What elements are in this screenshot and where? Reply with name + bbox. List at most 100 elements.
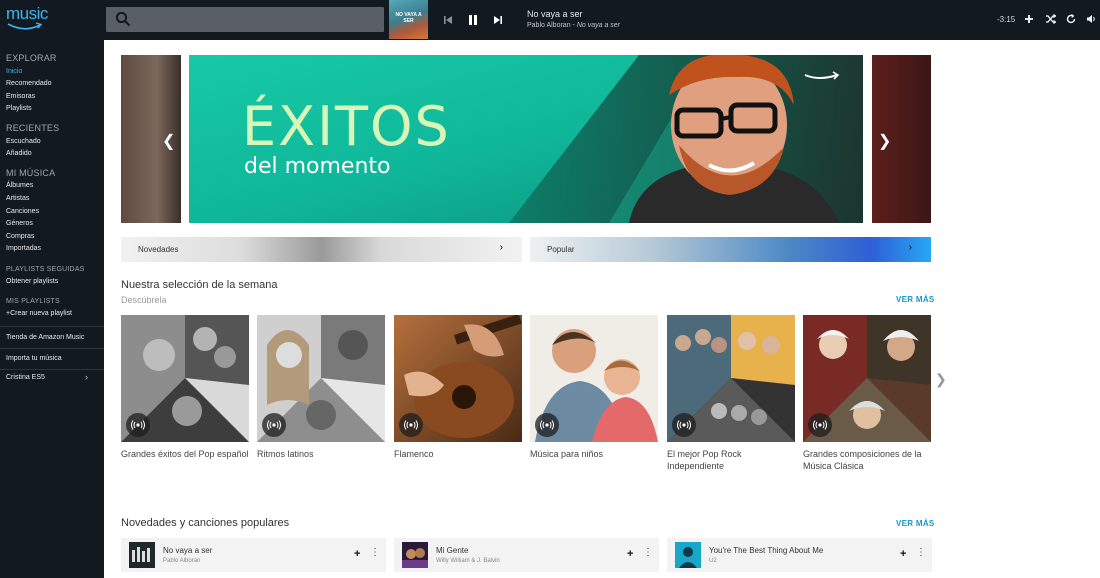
sidebar-item-anadido[interactable]: Añadido	[6, 150, 32, 157]
station-card-flamenco[interactable]	[394, 315, 522, 442]
sidebar-item-recomendado[interactable]: Recomendado	[6, 80, 52, 87]
radio-station-icon[interactable]	[262, 413, 286, 437]
song-artwork	[129, 542, 155, 568]
next-track-icon[interactable]	[490, 12, 506, 28]
category-popular[interactable]: Popular ›	[530, 237, 931, 262]
hero-subtitle: del momento	[244, 154, 391, 179]
now-playing-artist[interactable]: Pablo Alboran -	[527, 22, 575, 29]
add-icon[interactable]: +	[900, 548, 906, 560]
sidebar-heading-recientes: RECIENTES	[6, 123, 60, 133]
sidebar-item-generos[interactable]: Géneros	[6, 220, 33, 227]
sidebar-item-compras[interactable]: Compras	[6, 233, 34, 240]
now-playing-album[interactable]: No vaya a ser	[577, 22, 620, 29]
station-card-musica-clasica[interactable]	[803, 315, 931, 442]
song-artist[interactable]: Willy William & J. Balvin	[436, 558, 500, 564]
shuffle-icon[interactable]	[1043, 12, 1057, 26]
chevron-right-icon[interactable]: ›	[85, 372, 88, 382]
sidebar-item-importa[interactable]: Importa tu música	[6, 355, 62, 362]
volume-icon[interactable]	[1084, 12, 1098, 26]
sidebar-item-escuchado[interactable]: Escuchado	[6, 138, 41, 145]
now-playing-cover-text: NO VAYA A SER	[395, 12, 422, 24]
sidebar-item-canciones[interactable]: Canciones	[6, 208, 39, 215]
station-card-musica-ninos[interactable]	[530, 315, 658, 442]
category-label: Popular	[547, 245, 575, 254]
now-playing-cover[interactable]: NO VAYA A SER	[389, 0, 428, 39]
search-input[interactable]	[106, 7, 384, 32]
artist-photo	[629, 55, 840, 223]
logo-text: music	[6, 4, 48, 23]
search-icon	[115, 11, 131, 27]
amazon-music-logo[interactable]: music	[6, 4, 56, 34]
cards-next-icon[interactable]: ❯	[935, 371, 947, 388]
station-label[interactable]: Música para niños	[530, 448, 658, 460]
sidebar-heading-mi-musica: MI MÚSICA	[6, 168, 56, 178]
more-options-icon[interactable]: ⋮	[370, 547, 380, 558]
song-artist[interactable]: Pablo Alboran	[163, 558, 200, 564]
song-title[interactable]: Mi Gente	[436, 546, 468, 555]
add-icon[interactable]: +	[627, 548, 633, 560]
remaining-time: -3:15	[997, 15, 1016, 24]
station-label[interactable]: Flamenco	[394, 448, 522, 460]
carousel-next-icon[interactable]: ❯	[878, 131, 891, 151]
sidebar-item-artistas[interactable]: Artistas	[6, 195, 29, 202]
now-playing-subtitle: Pablo Alboran - No vaya a ser	[527, 22, 620, 29]
category-label: Novedades	[138, 245, 179, 254]
sidebar-item-albumes[interactable]: Álbumes	[6, 182, 33, 189]
station-card-pop-rock[interactable]	[667, 315, 795, 442]
category-novedades[interactable]: Novedades ›	[121, 237, 522, 262]
section-title-novedades: Novedades y canciones populares	[121, 517, 290, 529]
chevron-right-icon: ›	[908, 242, 912, 253]
sidebar-item-emisoras[interactable]: Emisoras	[6, 93, 35, 100]
sidebar-heading-explorar: EXPLORAR	[6, 53, 57, 63]
song-artwork	[402, 542, 428, 568]
radio-station-icon[interactable]	[535, 413, 559, 437]
sidebar-item-crear-playlist[interactable]: +Crear nueva playlist	[6, 310, 72, 317]
more-options-icon[interactable]: ⋮	[916, 547, 926, 558]
station-label[interactable]: Grandes éxitos del Pop español	[121, 448, 249, 460]
station-card-ritmos-latinos[interactable]	[257, 315, 385, 442]
song-title[interactable]: You're The Best Thing About Me	[709, 546, 823, 555]
more-options-icon[interactable]: ⋮	[643, 547, 653, 558]
radio-station-icon[interactable]	[672, 413, 696, 437]
sidebar-item-importadas[interactable]: Importadas	[6, 245, 41, 252]
app-window: music NO VAYA A SER No vaya a ser Pablo …	[0, 0, 1100, 578]
hero-title: ÉXITOS	[242, 95, 451, 158]
ver-mas-link[interactable]: VER MÁS	[896, 295, 935, 304]
pause-icon[interactable]	[465, 12, 481, 28]
sidebar-divider	[0, 326, 104, 327]
sidebar: EXPLORAR Inicio Recomendado Emisoras Pla…	[0, 40, 104, 578]
song-row[interactable]: Mi Gente Willy William & J. Balvin + ⋮	[394, 538, 659, 572]
station-label[interactable]: Ritmos latinos	[257, 448, 385, 460]
top-bar: music NO VAYA A SER No vaya a ser Pablo …	[0, 0, 1100, 40]
radio-station-icon[interactable]	[808, 413, 832, 437]
carousel-prev-icon[interactable]: ❮	[162, 131, 175, 151]
now-playing-title[interactable]: No vaya a ser	[527, 9, 583, 19]
previous-track-icon[interactable]	[440, 12, 456, 28]
song-title[interactable]: No vaya a ser	[163, 546, 212, 555]
chevron-right-icon: ›	[499, 242, 503, 253]
station-card-pop-espanol[interactable]	[121, 315, 249, 442]
add-icon[interactable]: +	[354, 548, 360, 560]
sidebar-item-tienda[interactable]: Tienda de Amazon Music	[6, 334, 84, 341]
sidebar-item-obtener-playlists[interactable]: Obtener playlists	[6, 278, 58, 285]
add-icon[interactable]	[1022, 12, 1036, 26]
sidebar-item-user[interactable]: Cristina ES5	[6, 374, 45, 381]
song-artwork	[675, 542, 701, 568]
song-row[interactable]: You're The Best Thing About Me U2 + ⋮	[667, 538, 932, 572]
sidebar-item-playlists[interactable]: Playlists	[6, 105, 32, 112]
sidebar-divider	[0, 348, 104, 349]
ver-mas-link[interactable]: VER MÁS	[896, 519, 935, 528]
radio-station-icon[interactable]	[399, 413, 423, 437]
section-subtitle-seleccion: Descúbrela	[121, 295, 167, 305]
song-row[interactable]: No vaya a ser Pablo Alboran + ⋮	[121, 538, 386, 572]
hero-banner[interactable]: ÉXITOS del momento	[189, 55, 863, 223]
repeat-icon[interactable]	[1064, 12, 1078, 26]
sidebar-heading-mis-playlists: MIS PLAYLISTS	[6, 298, 60, 305]
radio-station-icon[interactable]	[126, 413, 150, 437]
section-title-seleccion: Nuestra selección de la semana	[121, 279, 278, 291]
station-label[interactable]: Grandes composiciones de la Música Clási…	[803, 448, 931, 472]
song-artist[interactable]: U2	[709, 558, 717, 564]
station-label[interactable]: El mejor Pop Rock Independiente	[667, 448, 795, 472]
amazon-smile-icon	[7, 22, 43, 30]
sidebar-item-inicio[interactable]: Inicio	[6, 68, 22, 75]
